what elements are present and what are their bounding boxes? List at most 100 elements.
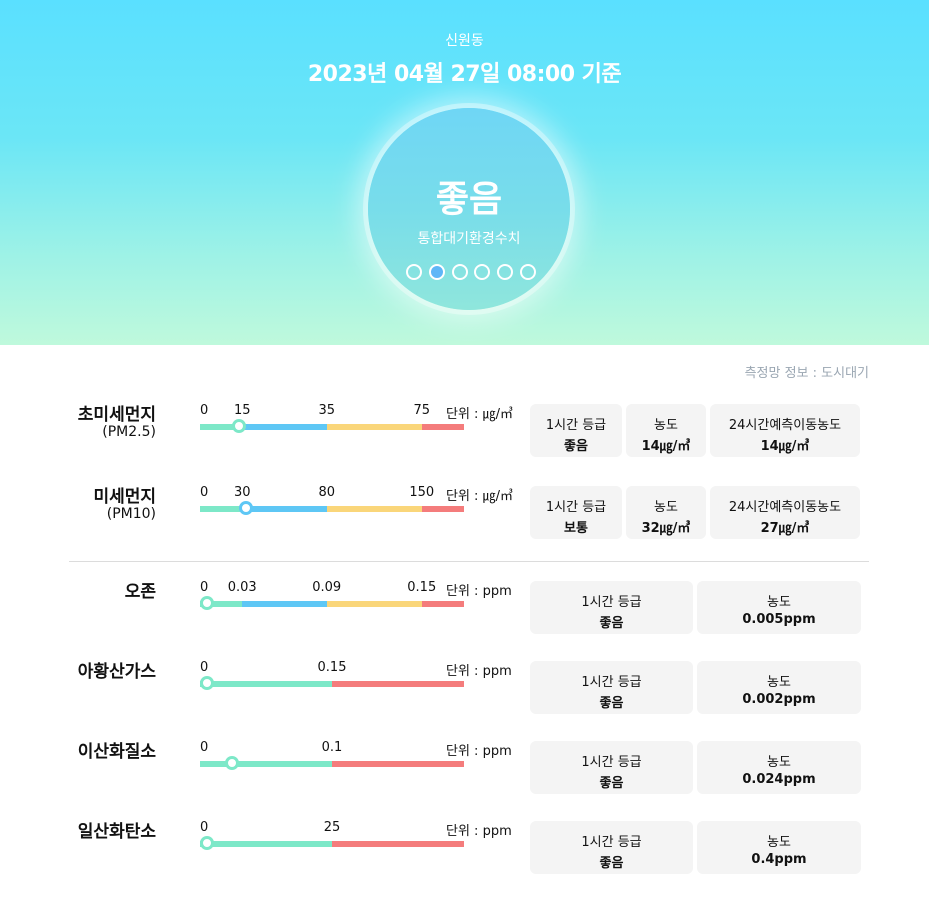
card-label: 농도 [654,500,678,515]
scale-tick-label: 25 [323,820,341,835]
measurement-card: 1시간 등급좋음 [530,581,693,634]
measurement-card: 24시간예측이동농도 14㎍/㎥ [710,404,860,457]
pollutant-name: 이산화질소 [77,742,156,762]
current-value-marker [232,419,247,433]
scale-segment [332,761,464,767]
scale-tick-label: 0 [200,660,209,675]
pollutant-code: (PM2.5) [102,424,156,440]
card-label: 농도 [767,755,791,770]
scale-segment [200,841,332,847]
carousel-dot-1[interactable] [406,264,422,280]
measurement-card: 1시간 등급보통 [530,486,622,539]
scale-segment [421,424,464,430]
scale-tick-label: 0 [200,740,209,755]
card-value: 0.002ppm [742,692,816,707]
scale-tick-label: 0 [200,485,209,500]
card-value: 14㎍/㎥ [760,439,810,454]
scale-segment [332,681,464,687]
card-value: 좋음 [564,439,588,454]
measurement-card: 1시간 등급 좋음 [530,661,693,714]
scale-segment [242,506,327,512]
card-label: 농도 [767,595,791,610]
measurement-card: 농도 0.024ppm [697,741,861,794]
pollutant-code: (PM10) [106,506,156,522]
unit-label: 단위 : ppm [446,824,512,839]
location-name: 신원동 [445,33,484,49]
concentration-scale-bar [200,501,464,515]
scale-tick-label: 0.03 [227,580,257,595]
pollutant-name: 미세먼지 [93,487,156,507]
scale-segment [421,506,464,512]
network-info: 측정망 정보 : 도시대기 [744,366,869,381]
measurement-card: 농도 0.005ppm [697,581,861,634]
concentration-scale-bar [200,836,464,850]
measurement-card: 1시간 등급좋음 [530,404,622,457]
carousel-dot-3[interactable] [451,264,468,280]
card-label: 1시간 등급 [545,500,607,515]
carousel-dot-5[interactable] [497,264,514,280]
card-label: 24시간예측이동농도 [728,500,842,515]
scale-tick-label: 0.15 [317,660,347,675]
scale-tick-label: 0.15 [407,580,437,595]
concentration-scale-bar [200,676,464,690]
pollutant-name: 아황산가스 [77,662,156,682]
scale-tick-label: 80 [318,485,335,500]
card-value: 0.4ppm [751,852,807,867]
card-label: 1시간 등급 [581,755,642,770]
unit-label: 단위 : ppm [446,664,512,679]
scale-tick-label: 150 [409,485,435,500]
scale-segment [200,681,332,687]
measurement-card: 농도 0.002ppm [697,661,861,714]
unit-label: 단위 : ppm [446,584,512,599]
scale-tick-label: 30 [233,485,251,500]
unit-label: 단위 : ㎍/㎥ [446,407,513,422]
carousel-dot-6[interactable] [519,264,536,280]
scale-tick-label: 0.09 [312,580,342,595]
concentration-scale-bar [200,419,464,433]
card-value: 좋음 [599,616,624,631]
card-label: 1시간 등급 [581,835,642,850]
scale-segment [326,601,422,607]
measurement-card: 1시간 등급좋음 [530,821,693,874]
measurement-card: 농도 14㎍/㎥ [626,404,706,457]
card-value: 보통 [564,521,588,536]
pollutant-name: 초미세먼지 [77,405,156,425]
scale-tick-label: 0.1 [321,740,343,755]
current-value-marker [238,501,253,515]
measurement-datetime: 2023년 04월 27일 08:00 기준 [307,62,622,87]
scale-tick-label: 15 [233,403,251,418]
card-value: 0.005ppm [742,612,816,627]
carousel-dot-4[interactable] [474,264,491,280]
scale-tick-label: 35 [318,403,335,418]
summary-hero: 신원동 2023년 04월 27일 08:00 기준 좋음 통합대기환경수치 [0,0,929,345]
card-label: 농도 [767,675,791,690]
card-value: 좋음 [599,856,624,871]
scale-tick-label: 0 [200,820,209,835]
carousel-dots [406,264,536,280]
pollutant-name: 오존 [124,582,156,602]
card-label: 24시간예측이동농도 [728,418,842,433]
measurement-card: 1시간 등급좋음 [530,741,693,794]
scale-segment [242,424,327,430]
measurement-card: 농도 32㎍/㎥ [626,486,706,539]
scale-segment [242,601,327,607]
scale-tick-label: 0 [200,580,209,595]
card-label: 1시간 등급 [545,418,607,433]
unit-label: 단위 : ㎍/㎥ [446,489,513,504]
card-label: 1시간 등급 [581,595,642,610]
card-value: 14㎍/㎥ [641,439,691,454]
card-label: 농도 [654,418,678,433]
scale-segment [326,424,422,430]
card-value: 27㎍/㎥ [760,521,810,536]
card-value: 좋음 [599,776,624,791]
index-label: 통합대기환경수치 [417,231,521,247]
scale-segment [332,841,464,847]
scale-segment [200,761,332,767]
carousel-dot-2[interactable] [428,264,445,280]
current-value-marker [200,676,214,690]
concentration-scale-bar [200,596,464,610]
card-value: 32㎍/㎥ [641,521,691,536]
scale-tick-label: 0 [200,403,209,418]
measurement-card: 24시간예측이동농도 27㎍/㎥ [710,486,860,539]
measurement-card: 농도 0.4ppm [697,821,861,874]
